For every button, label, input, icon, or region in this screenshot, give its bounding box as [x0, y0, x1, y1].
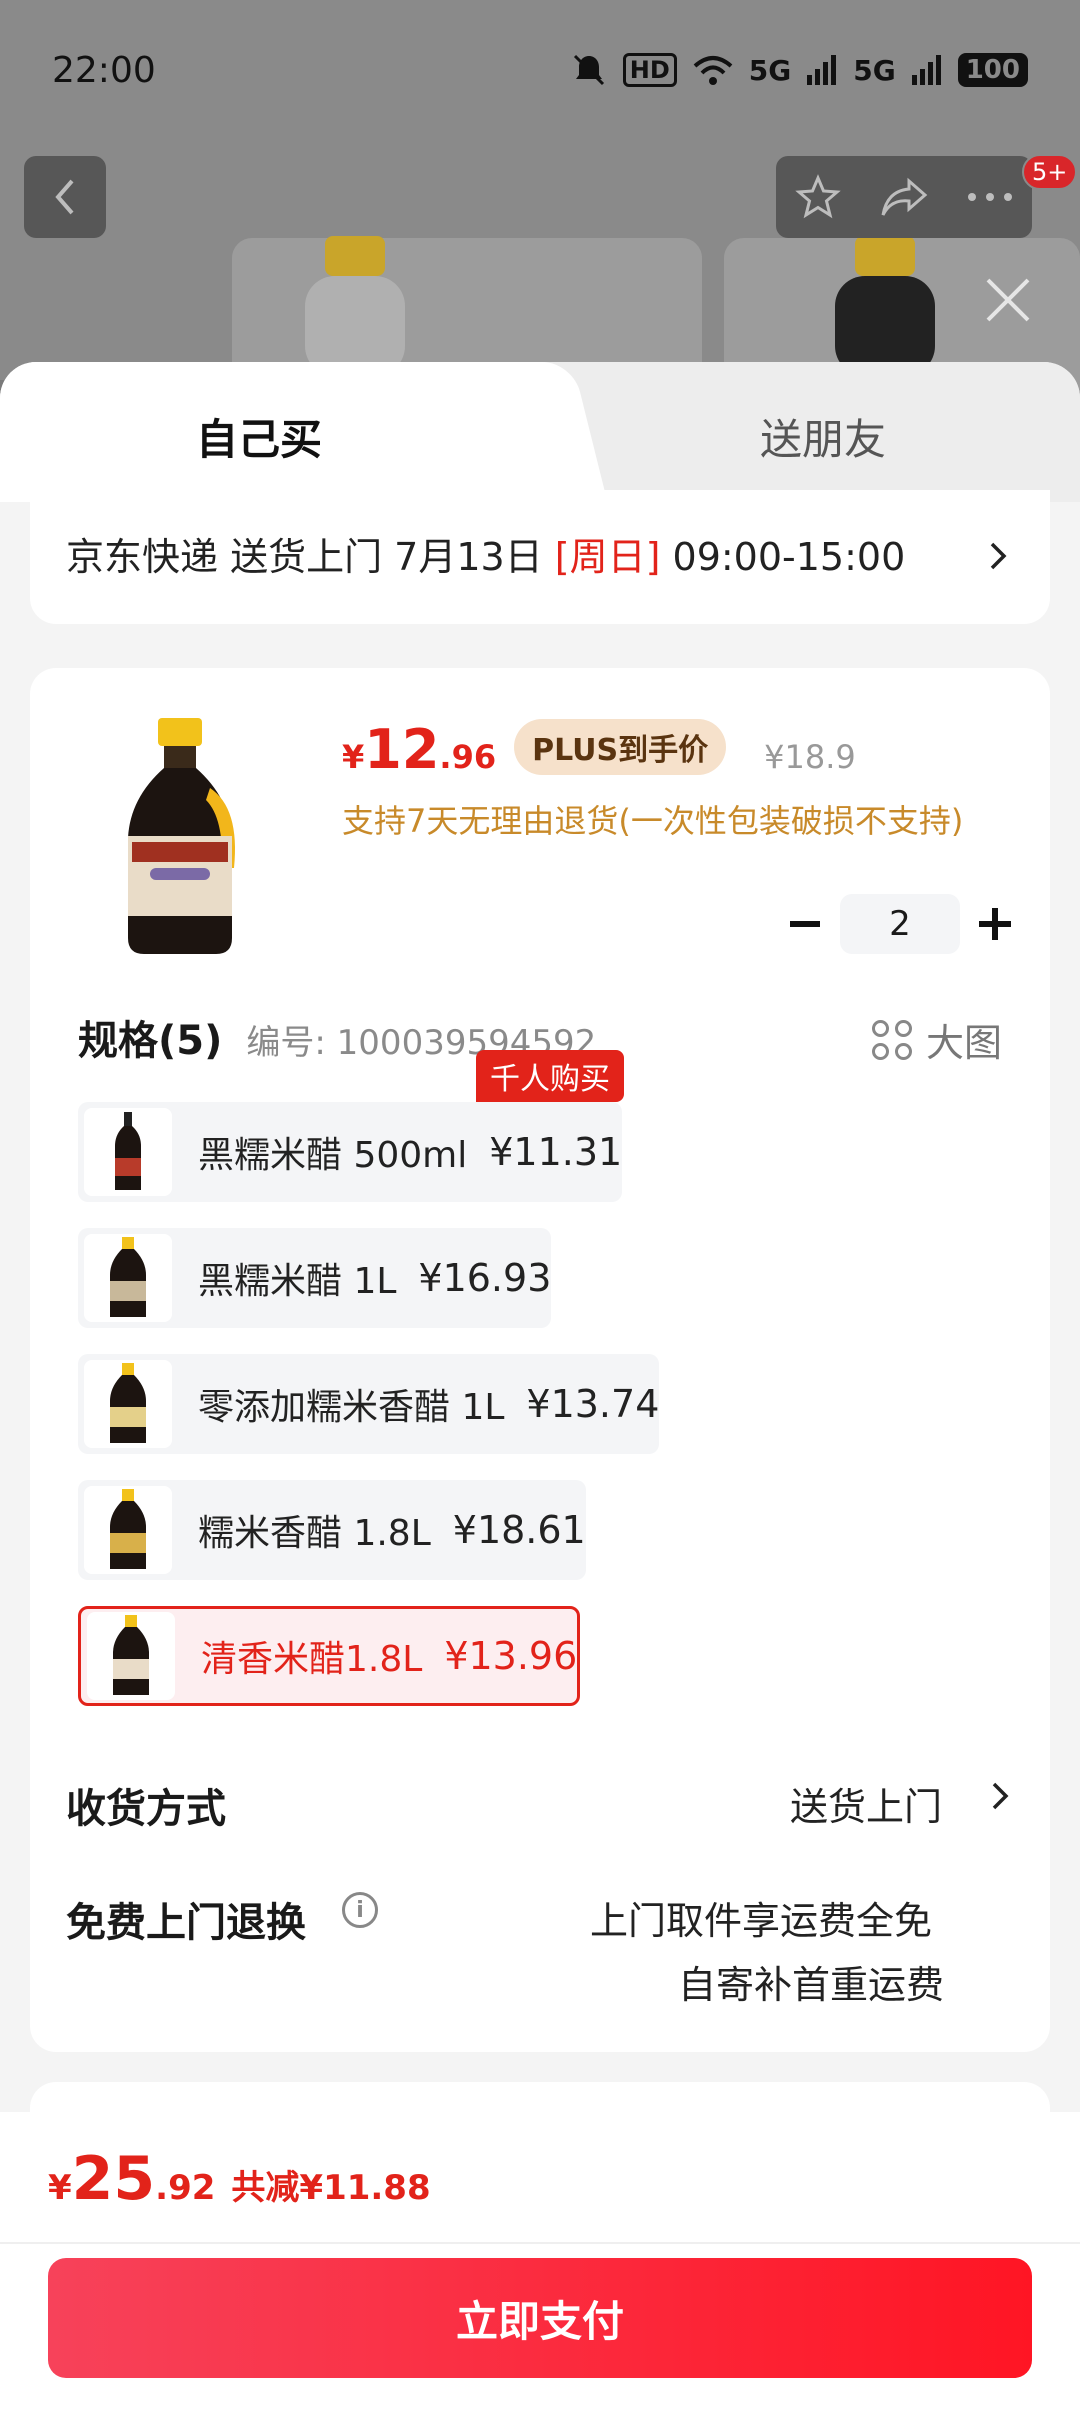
- price-integer: 12: [364, 718, 440, 781]
- decrease-button[interactable]: [770, 894, 840, 954]
- purchase-tabs: 自己买 送朋友: [0, 362, 1080, 502]
- delivery-prefix: 京东快递 送货上门 7月13日: [66, 535, 555, 579]
- info-icon[interactable]: i: [342, 1892, 378, 1928]
- variant-name: 糯米香醋 1.8L: [198, 1513, 431, 1554]
- increase-button[interactable]: [960, 894, 1030, 954]
- big-image-label: 大图: [925, 1021, 1002, 1065]
- free-return-line2: 自寄补首重运费: [678, 1963, 945, 2007]
- plus-price-tag: PLUS到手价: [514, 719, 727, 775]
- grid-icon: [871, 1019, 912, 1060]
- delivery-info: 京东快递 送货上门 7月13日 [周日] 09:00-15:00: [66, 526, 905, 581]
- variant-thumbnail: [84, 1234, 172, 1322]
- plus-icon: [979, 908, 1011, 940]
- shipping-method-value[interactable]: 送货上门: [790, 1776, 942, 1831]
- tab-self-buy-label[interactable]: 自己买: [196, 406, 322, 467]
- share-icon[interactable]: [879, 175, 929, 219]
- back-button[interactable]: [24, 156, 106, 238]
- close-icon[interactable]: [982, 274, 1034, 326]
- network-5g-icon: 5G: [748, 53, 792, 87]
- more-icon[interactable]: [967, 192, 1013, 202]
- chevron-right-icon[interactable]: [990, 1780, 1010, 1812]
- variant-price: ¥16.93: [418, 1256, 552, 1300]
- top-action-group: [776, 156, 1032, 238]
- notification-badge: 5+: [1022, 154, 1078, 190]
- hd-icon: HD: [622, 53, 677, 87]
- variant-option[interactable]: 零添加糯米香醋 1L ¥13.74: [78, 1354, 660, 1454]
- chevron-left-icon: [55, 179, 74, 215]
- checkout-footer: ¥ 25 .92 共减¥11.88 立即支付: [0, 2112, 1080, 2412]
- variant-name: 黑糯米醋 1L: [198, 1261, 397, 1302]
- variant-thumbnail: [84, 1486, 172, 1574]
- footer-divider: [0, 2242, 1080, 2244]
- wifi-icon: [693, 56, 733, 85]
- product-card: ¥ 12 .96 PLUS到手价 ¥18.9 支持7天无理由退货(一次性包装破损…: [30, 668, 1050, 2052]
- status-icons: HD 5G 5G 100: [571, 52, 1028, 88]
- product-image: [128, 718, 235, 954]
- status-time: 22:00: [52, 49, 156, 91]
- delivery-time: 09:00-15:00: [660, 535, 906, 579]
- signal-icon: [807, 55, 837, 85]
- minus-icon: [790, 921, 820, 927]
- variant-price: ¥13.74: [526, 1382, 660, 1426]
- delivery-day: [周日]: [554, 535, 661, 579]
- variant-price: ¥18.61: [452, 1508, 586, 1552]
- free-return-line1: 上门取件享运费全免: [590, 1899, 933, 1943]
- background-bottle-image: [835, 236, 935, 376]
- total-saving: 共减¥11.88: [231, 2168, 431, 2208]
- price-row: ¥ 12 .96 PLUS到手价 ¥18.9: [342, 718, 856, 783]
- variant-option[interactable]: 黑糯米醋 500ml ¥11.31: [78, 1102, 623, 1202]
- variant-option[interactable]: 糯米香醋 1.8L ¥18.61: [78, 1480, 586, 1580]
- total-price-row: ¥ 25 .92 共减¥11.88: [48, 2144, 431, 2214]
- spec-title: 规格(5): [78, 1018, 223, 1064]
- variant-thumbnail: [87, 1612, 175, 1700]
- chevron-right-icon: [990, 542, 1007, 570]
- return-policy-note: 支持7天无理由退货(一次性包装破损不支持): [342, 802, 964, 840]
- variant-name: 黑糯米醋 500ml: [198, 1135, 468, 1176]
- tab-gift-friend[interactable]: 送朋友: [760, 406, 886, 467]
- variant-price: ¥13.96: [444, 1634, 578, 1678]
- delivery-card[interactable]: 京东快递 送货上门 7月13日 [周日] 09:00-15:00: [30, 490, 1050, 624]
- price-decimal: .96: [439, 738, 497, 776]
- total-integer: 25: [71, 2144, 156, 2214]
- variant-price: ¥11.31: [489, 1130, 623, 1174]
- variant-thumbnail: [84, 1108, 172, 1196]
- network-5g-icon: 5G: [853, 53, 896, 87]
- variant-option[interactable]: 黑糯米醋 1L ¥16.93: [78, 1228, 552, 1328]
- price-currency: ¥: [342, 738, 365, 776]
- quantity-value[interactable]: 2: [840, 894, 960, 954]
- original-price: ¥18.9: [764, 738, 856, 776]
- variant-option-selected[interactable]: 清香米醋1.8L ¥13.96: [78, 1606, 581, 1706]
- battery-icon: 100: [957, 53, 1028, 87]
- status-bar: 22:00 HD 5G 5G 100: [0, 0, 1080, 140]
- variant-name: 清香米醋1.8L: [201, 1639, 423, 1680]
- popular-tag: 千人购买: [476, 1050, 624, 1102]
- mute-bell-icon: [573, 54, 604, 86]
- big-image-button[interactable]: 大图: [871, 1012, 1002, 1067]
- variant-name: 零添加糯米香醋 1L: [198, 1387, 505, 1428]
- pay-now-button[interactable]: 立即支付: [48, 2258, 1032, 2378]
- quantity-stepper: 2: [770, 894, 1030, 954]
- variant-thumbnail: [84, 1360, 172, 1448]
- signal-icon: [911, 55, 941, 85]
- total-currency: ¥: [48, 2168, 72, 2208]
- background-bottle-image: [305, 236, 405, 376]
- star-icon[interactable]: [795, 174, 841, 220]
- purchase-sheet: 自己买 送朋友 京东快递 送货上门 7月13日 [周日] 09:00-15:00…: [0, 362, 1080, 2412]
- free-return-label: 免费上门退换: [66, 1900, 306, 1946]
- total-decimal: .92: [155, 2168, 216, 2208]
- shipping-method-label: 收货方式: [66, 1786, 226, 1832]
